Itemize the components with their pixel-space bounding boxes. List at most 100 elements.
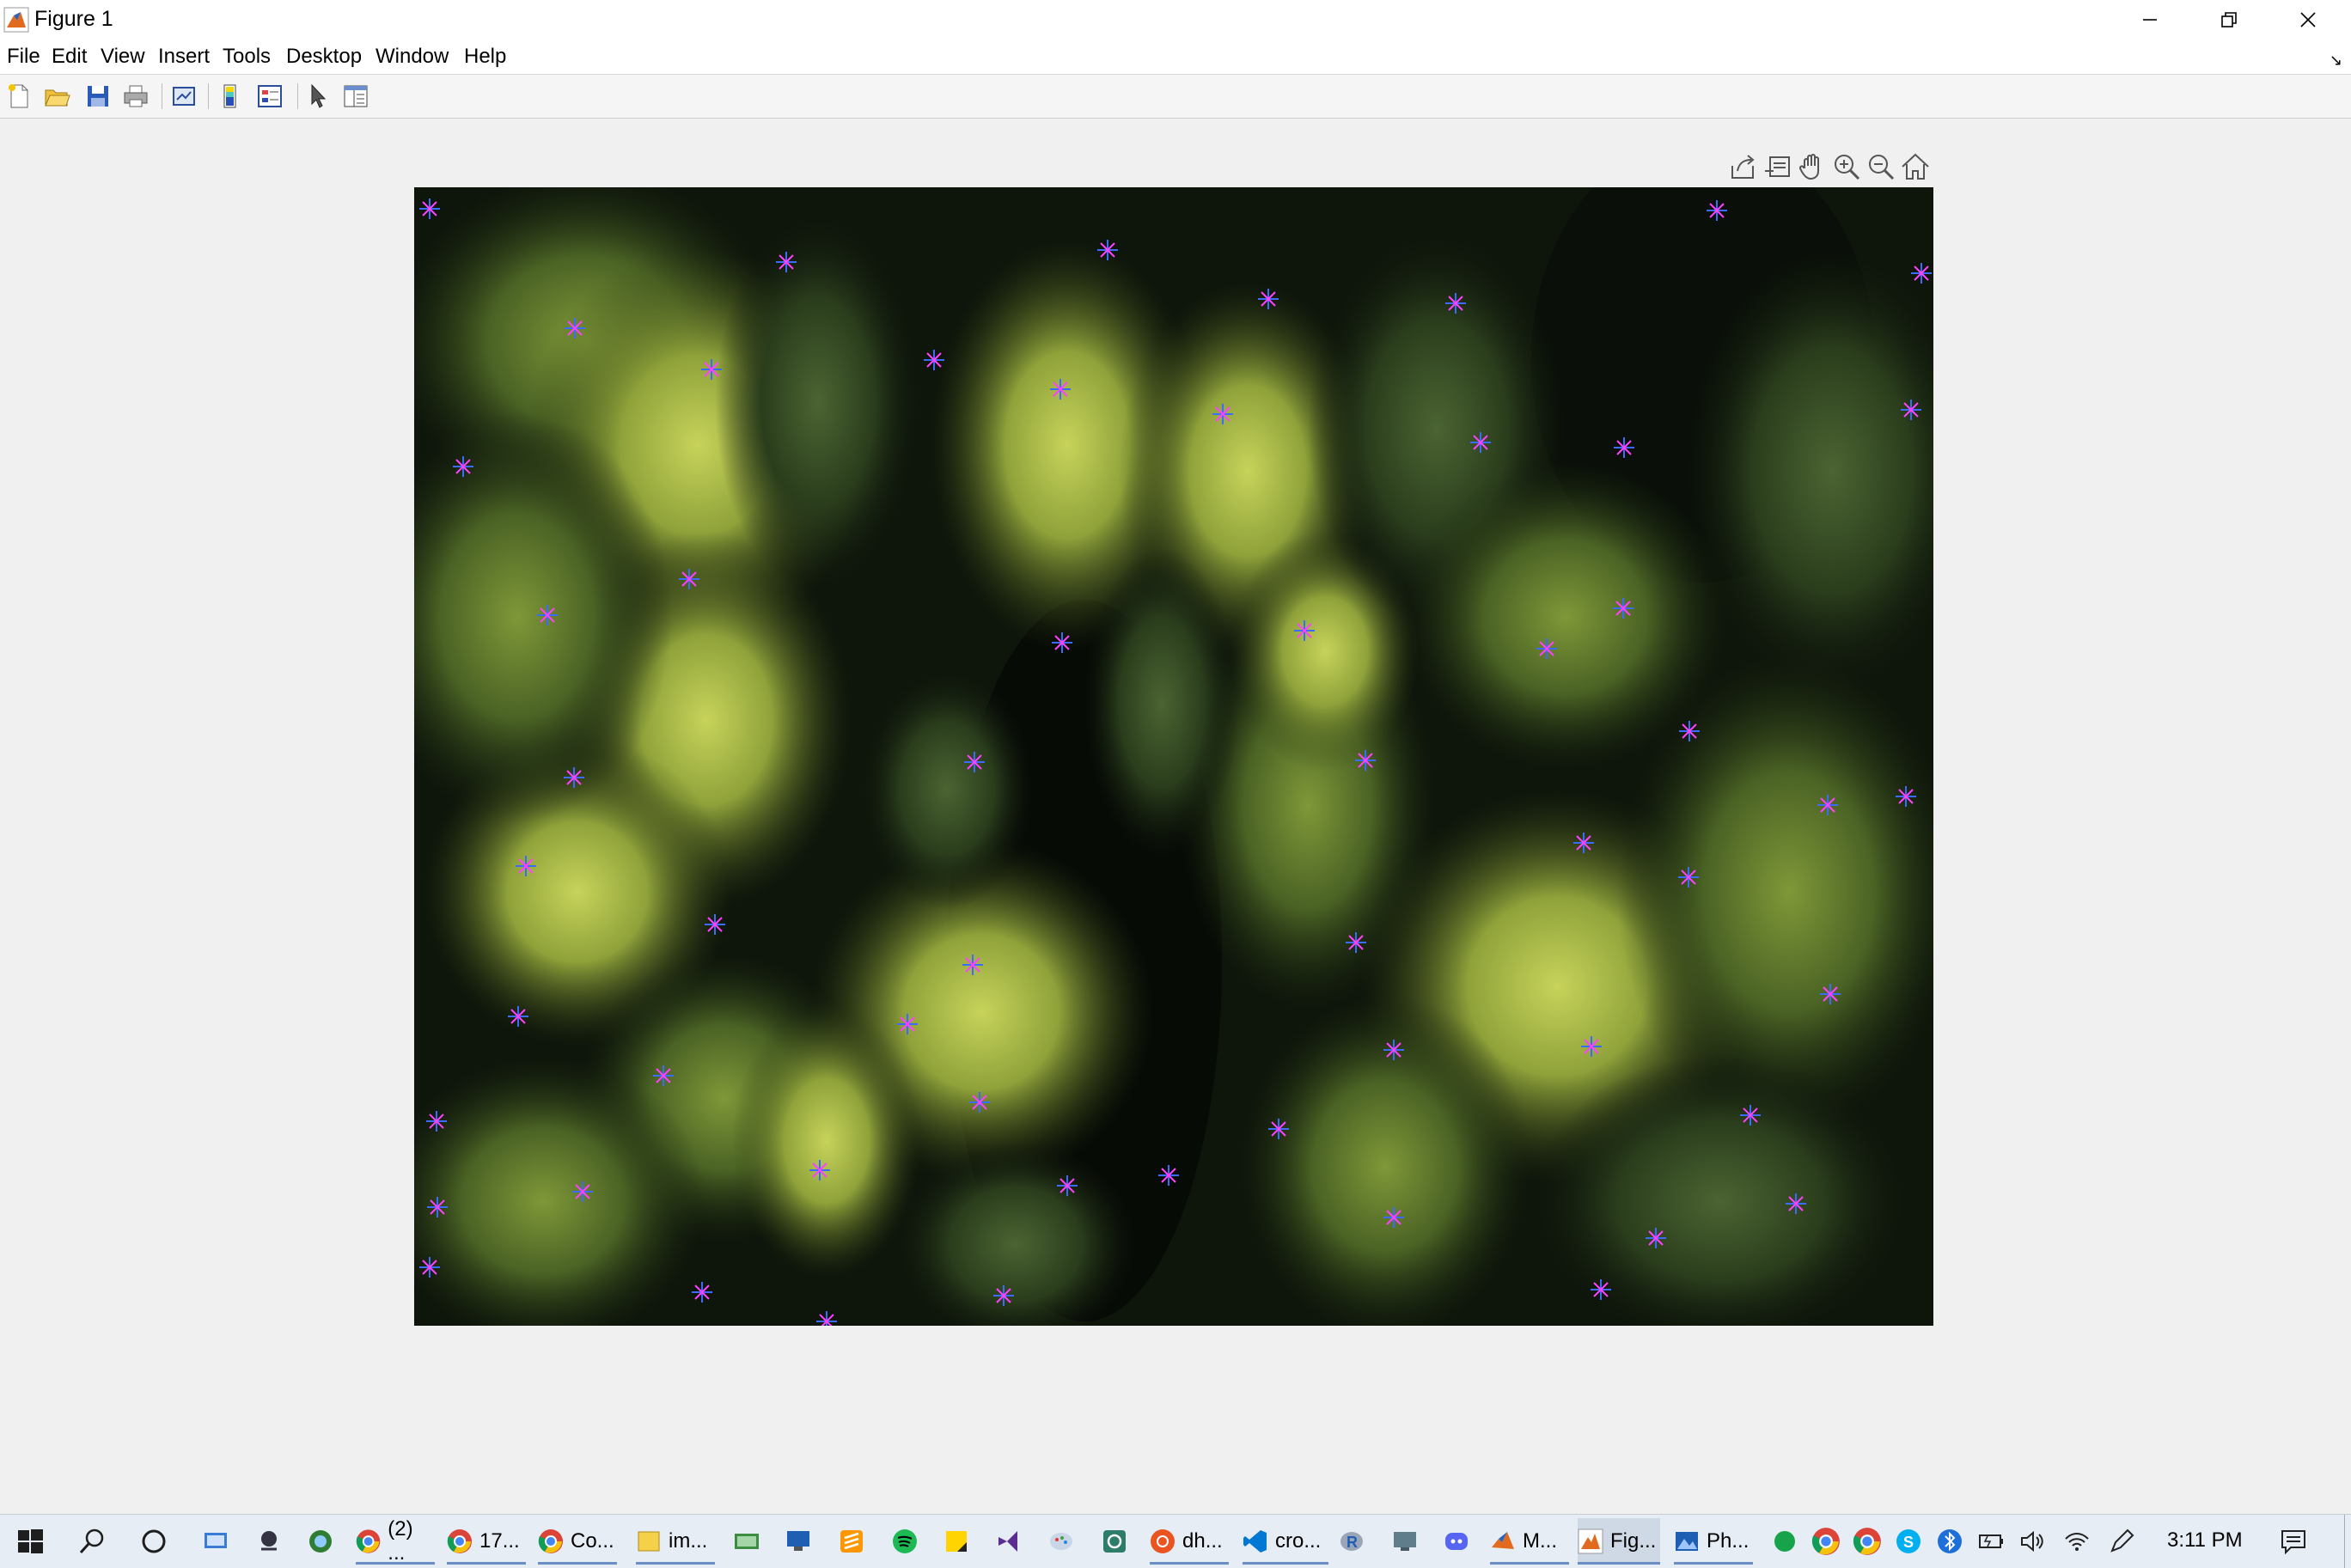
skype-icon[interactable]: S bbox=[1894, 1527, 1923, 1556]
link-plot-icon bbox=[173, 87, 195, 106]
taskbar-app-matlab[interactable]: M... bbox=[1490, 1518, 1569, 1565]
network-monitor-icon bbox=[205, 1533, 227, 1548]
menu-help[interactable]: Help bbox=[464, 45, 506, 69]
new-figure-button[interactable] bbox=[3, 81, 34, 112]
taskbar-pinned-app[interactable] bbox=[302, 1523, 339, 1559]
taskbar-pinned-app[interactable] bbox=[1096, 1523, 1133, 1559]
taskbar-pinned-app[interactable] bbox=[1043, 1523, 1079, 1559]
taskbar-pinned-app[interactable] bbox=[1438, 1523, 1475, 1559]
folder-icon bbox=[638, 1531, 660, 1552]
running-indicator bbox=[356, 1562, 435, 1565]
menu-insert[interactable]: Insert bbox=[158, 45, 210, 69]
bluetooth-icon[interactable] bbox=[1935, 1527, 1964, 1556]
notification-icon[interactable] bbox=[2279, 1527, 2308, 1556]
taskbar-app-label: Fig... bbox=[1610, 1529, 1657, 1553]
restore-button[interactable] bbox=[2189, 0, 2269, 40]
menu-desktop[interactable]: Desktop bbox=[286, 45, 362, 69]
taskbar-pinned-app[interactable] bbox=[251, 1523, 287, 1559]
taskbar-pinned-app[interactable] bbox=[990, 1523, 1026, 1559]
link-plot-button[interactable] bbox=[168, 81, 199, 112]
paint-icon bbox=[1050, 1533, 1072, 1550]
volume-icon[interactable] bbox=[2018, 1527, 2047, 1556]
chrome-icon bbox=[356, 1529, 381, 1553]
running-indicator bbox=[538, 1562, 617, 1565]
matlab-icon bbox=[1492, 1532, 1514, 1549]
clock[interactable]: 3:11 PM bbox=[2167, 1528, 2243, 1553]
taskbar-app-chrome-2[interactable]: 17... bbox=[447, 1518, 526, 1565]
r-language-icon: R bbox=[1340, 1532, 1363, 1551]
chrome-icon bbox=[538, 1529, 563, 1553]
menu-view[interactable]: View bbox=[101, 45, 145, 69]
taskbar-pinned-app[interactable] bbox=[780, 1523, 816, 1559]
taskbar-pinned-app[interactable] bbox=[887, 1523, 923, 1559]
menu-window[interactable]: Window bbox=[376, 45, 449, 69]
show-desktop-button[interactable] bbox=[2344, 1515, 2351, 1568]
running-indicator bbox=[1150, 1562, 1229, 1565]
zoom-in-button[interactable] bbox=[1830, 150, 1863, 183]
zoom-out-button[interactable] bbox=[1865, 150, 1897, 183]
close-button[interactable] bbox=[2269, 0, 2348, 40]
axes-toolbar bbox=[1727, 150, 1933, 185]
home-icon bbox=[1902, 153, 1929, 180]
open-file-button[interactable] bbox=[41, 81, 72, 112]
taskbar-pinned-app[interactable] bbox=[938, 1523, 974, 1559]
taskbar-app-label: 17... bbox=[479, 1529, 520, 1553]
discord-icon bbox=[1445, 1533, 1468, 1550]
hand-pan-icon bbox=[1798, 154, 1819, 180]
taskbar-pinned-app[interactable] bbox=[198, 1523, 234, 1559]
save-figure-button[interactable] bbox=[82, 81, 113, 112]
running-indicator bbox=[636, 1562, 715, 1565]
title-bar: Figure 1 bbox=[0, 0, 2351, 40]
new-file-icon bbox=[9, 84, 28, 108]
taskbar-app-matlab-figure[interactable]: Fig... bbox=[1578, 1518, 1660, 1565]
insert-colorbar-button[interactable] bbox=[215, 81, 246, 112]
taskbar-pinned-app[interactable] bbox=[1387, 1523, 1423, 1559]
menu-edit[interactable]: Edit bbox=[52, 45, 87, 69]
menu-tools[interactable]: Tools bbox=[223, 45, 271, 69]
search-button[interactable] bbox=[74, 1523, 110, 1559]
taskbar-app-vscode[interactable]: cro... bbox=[1243, 1518, 1328, 1565]
taskbar: (2) ... 17... Co... im... dh... cro... R… bbox=[0, 1514, 2351, 1568]
taskbar-app-ubuntu[interactable]: dh... bbox=[1150, 1518, 1229, 1565]
running-indicator bbox=[1578, 1562, 1660, 1565]
restore-view-button[interactable] bbox=[1899, 150, 1932, 183]
taskbar-app-label: Co... bbox=[571, 1529, 614, 1553]
image-axes[interactable] bbox=[414, 187, 1933, 1326]
pen-icon[interactable] bbox=[2107, 1527, 2136, 1556]
minimize-button[interactable] bbox=[2110, 0, 2189, 40]
tray-chrome-icon[interactable] bbox=[1853, 1527, 1882, 1556]
menu-file[interactable]: File bbox=[7, 45, 40, 69]
export-button[interactable] bbox=[1727, 150, 1760, 183]
taskbar-app-chrome-1[interactable]: (2) ... bbox=[356, 1517, 435, 1565]
computer-icon bbox=[1394, 1532, 1416, 1551]
dock-arrow-icon[interactable]: ↘ bbox=[2330, 52, 2342, 70]
edit-plot-button[interactable] bbox=[302, 81, 333, 112]
taskbar-pinned-app[interactable] bbox=[834, 1523, 870, 1559]
menu-bar: File Edit View Insert Tools Desktop Wind… bbox=[0, 40, 2351, 75]
chrome-icon bbox=[447, 1529, 472, 1553]
print-figure-button[interactable] bbox=[120, 81, 151, 112]
taskbar-app-photos[interactable]: Ph... bbox=[1674, 1518, 1753, 1565]
pan-button[interactable] bbox=[1796, 150, 1829, 183]
insert-legend-button[interactable] bbox=[254, 81, 285, 112]
start-button[interactable] bbox=[12, 1523, 48, 1559]
property-inspector-button[interactable] bbox=[340, 81, 371, 112]
tray-chrome-icon[interactable] bbox=[1811, 1527, 1841, 1556]
taskbar-pinned-app[interactable] bbox=[729, 1523, 765, 1559]
sublime-icon bbox=[840, 1530, 863, 1553]
brush-button[interactable] bbox=[1762, 150, 1794, 183]
svg-text:S: S bbox=[1903, 1534, 1914, 1551]
tray-green-dot-icon[interactable] bbox=[1770, 1527, 1799, 1556]
save-icon bbox=[88, 86, 108, 107]
taskbar-pinned-app[interactable]: R bbox=[1334, 1523, 1370, 1559]
vscode-icon bbox=[1243, 1530, 1267, 1553]
taskbar-app-chrome-3[interactable]: Co... bbox=[538, 1518, 617, 1565]
cortana-button[interactable] bbox=[136, 1523, 172, 1559]
taskbar-app-explorer[interactable]: im... bbox=[636, 1518, 715, 1565]
minimize-icon bbox=[2143, 19, 2157, 21]
wifi-icon[interactable] bbox=[2062, 1527, 2091, 1556]
sticky-notes-icon bbox=[946, 1531, 967, 1552]
export-icon bbox=[1731, 155, 1755, 179]
property-inspector-icon bbox=[344, 85, 368, 107]
battery-icon[interactable] bbox=[1976, 1527, 2006, 1556]
